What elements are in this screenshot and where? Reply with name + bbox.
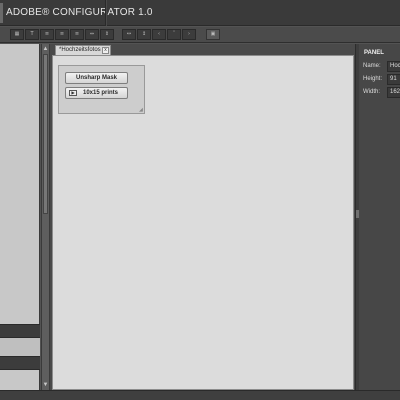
toolbar: ▦ T ≡ ≡ ≡ ⇔ ⇕ ↔ ↕ ‹ ˆ › ▣ [0,27,400,43]
prints-label: 10x15 prints [82,90,119,96]
document-area: *Hochzeitsfotos x Unsharp Mask ▶ 10x15 p… [50,44,355,390]
name-field[interactable]: Hoc [387,61,400,72]
move-right-icon[interactable]: › [182,29,196,40]
close-icon[interactable]: x [102,47,109,54]
width-label: Width: [363,89,381,95]
grid-icon[interactable]: ▦ [10,29,24,40]
height-row: Height: 91 [359,74,400,86]
distribute-v-icon[interactable]: ⇕ [100,29,114,40]
align-right-icon[interactable]: ≡ [70,29,84,40]
unsharp-mask-label: Unsharp Mask [75,75,117,81]
height-field[interactable]: 91 [387,74,400,85]
name-label: Name: [363,63,381,69]
left-scrollbar[interactable]: ▲ ▼ [41,44,50,390]
app-logo-mark [0,3,3,23]
title-divider-highlight [106,0,107,26]
move-up-icon[interactable]: ˆ [167,29,181,40]
design-canvas[interactable]: Unsharp Mask ▶ 10x15 prints ◢ [52,55,354,390]
tab-hochzeitsfotos[interactable]: *Hochzeitsfotos x [55,45,111,55]
height-label: Height: [363,76,383,82]
equal-height-icon[interactable]: ↕ [137,29,151,40]
distribute-h-icon[interactable]: ⇔ [85,29,99,40]
scrollbar-thumb[interactable] [43,54,48,214]
panel-heading: PANEL [364,50,384,56]
width-row: Width: 162 [359,87,400,99]
properties-panel: PANEL Name: Hoc Height: 91 Width: 162 [359,44,400,390]
unsharp-mask-button[interactable]: Unsharp Mask [65,72,128,84]
align-center-icon[interactable]: ≡ [55,29,69,40]
left-panel-section-header[interactable] [0,324,40,338]
title-bar: ADOBE® CONFIGURATOR 1.0 [0,0,400,26]
scroll-down-icon[interactable]: ▼ [42,381,49,389]
equal-width-icon[interactable]: ↔ [122,29,136,40]
move-left-icon[interactable]: ‹ [152,29,166,40]
configurator-window: ADOBE® CONFIGURATOR 1.0 ▦ T ≡ ≡ ≡ ⇔ ⇕ ↔ … [0,0,400,400]
align-left-icon[interactable]: ≡ [40,29,54,40]
left-panel [0,44,40,390]
status-bar [0,390,400,400]
name-row: Name: Hoc [359,61,400,73]
scroll-up-icon[interactable]: ▲ [42,45,49,53]
left-panel-section-header[interactable] [0,356,40,370]
app-title: ADOBE® CONFIGURATOR 1.0 [6,7,153,18]
resize-grip-icon[interactable]: ◢ [139,108,143,113]
play-icon: ▶ [69,90,77,96]
tab-label: *Hochzeitsfotos [59,47,101,53]
preview-icon[interactable]: ▣ [206,29,220,40]
panel-widget-container[interactable]: Unsharp Mask ▶ 10x15 prints ◢ [58,65,145,114]
left-panel-strip [0,338,40,356]
width-field[interactable]: 162 [387,87,400,98]
prints-button[interactable]: ▶ 10x15 prints [65,87,128,99]
text-icon[interactable]: T [25,29,39,40]
